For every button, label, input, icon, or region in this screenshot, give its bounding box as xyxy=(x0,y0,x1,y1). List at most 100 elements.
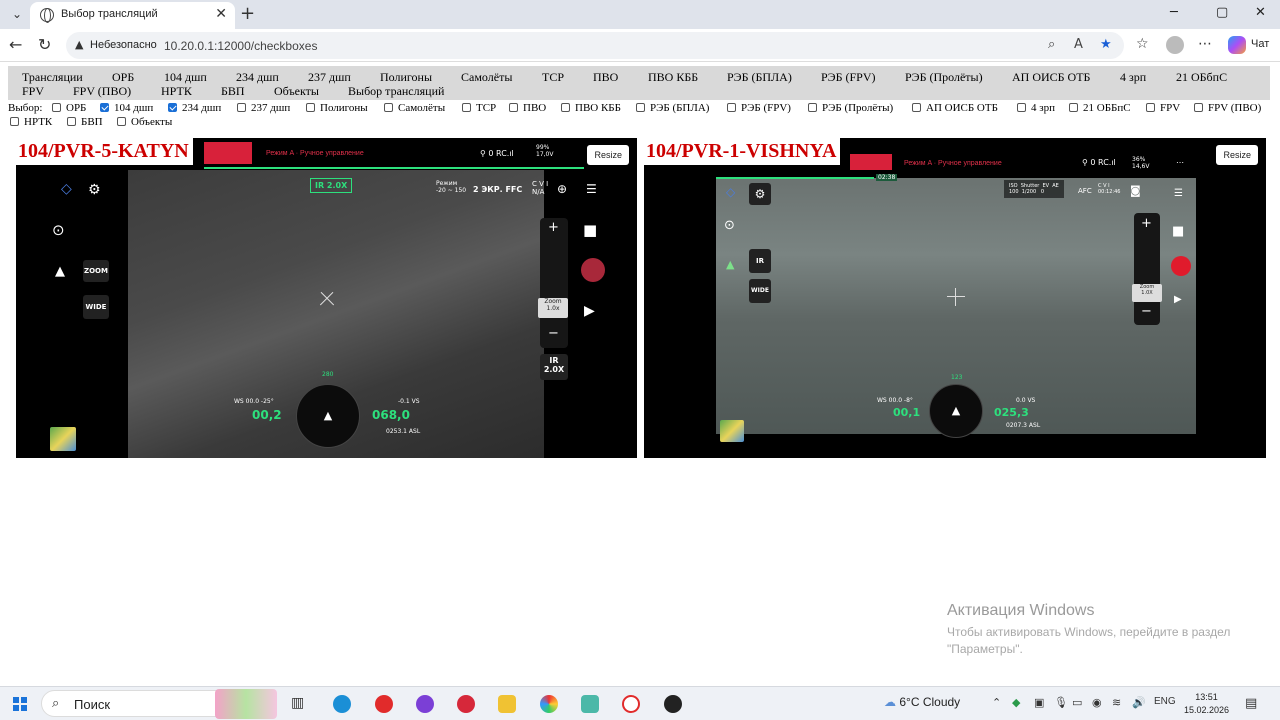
menu-item[interactable]: 21 ОБбпС xyxy=(1176,70,1227,85)
file-explorer-icon[interactable] xyxy=(498,695,516,713)
checkbox-box[interactable] xyxy=(462,103,471,112)
checkbox-bvp[interactable]: БВП xyxy=(67,116,103,128)
zoom-out-icon[interactable]: − xyxy=(1141,304,1152,319)
checkbox-fpv[interactable]: FPV xyxy=(1146,102,1180,114)
browser-tab[interactable]: Выбор трансляций ✕ xyxy=(30,2,235,29)
menu-item[interactable]: ПВО КББ xyxy=(648,70,698,85)
nav-arrow-icon[interactable]: ▲ xyxy=(55,264,65,279)
target-icon[interactable]: ⊙ xyxy=(724,218,735,233)
menu-item[interactable]: РЭБ (FPV) xyxy=(821,70,876,85)
zoom-button[interactable]: ZOOM xyxy=(83,260,109,282)
checkbox-box[interactable] xyxy=(808,103,817,112)
back-arrow-icon[interactable]: ← xyxy=(9,35,22,54)
menu-item[interactable]: Трансляции xyxy=(22,70,83,85)
more-menu-icon[interactable]: ⋯ xyxy=(1198,36,1212,52)
nav-arrow-icon[interactable]: ▲ xyxy=(726,258,734,271)
playback-icon[interactable]: ▶ xyxy=(1174,294,1182,305)
search-highlight-image[interactable] xyxy=(215,689,277,719)
resize-button[interactable]: Resize xyxy=(587,145,629,165)
weather-widget[interactable]: ☁ 6°C Cloudy xyxy=(884,695,960,709)
checkbox-pvo-kbb[interactable]: ПВО КББ xyxy=(561,102,621,114)
tab-close-icon[interactable]: ✕ xyxy=(215,6,227,22)
map-icon[interactable] xyxy=(720,420,744,442)
playback-icon[interactable]: ▶ xyxy=(584,303,595,319)
video-camera-icon[interactable]: ■ xyxy=(1172,224,1184,239)
menu-item[interactable]: НРТК xyxy=(161,84,192,99)
tab-actions-chevron-icon[interactable]: ⌄ xyxy=(8,5,26,23)
crosshair-settings-icon[interactable]: ⊕ xyxy=(557,182,567,196)
checkbox-box[interactable] xyxy=(1194,103,1203,112)
checkbox-reb-bpla[interactable]: РЭБ (БПЛА) xyxy=(636,102,709,114)
favorites-icon[interactable]: ☆ xyxy=(1136,36,1149,52)
volume-icon[interactable]: 🔊 xyxy=(1132,696,1146,709)
checkbox-planes[interactable]: Самолёты xyxy=(384,102,445,114)
checkbox-box[interactable] xyxy=(10,117,19,126)
wide-button[interactable]: WIDE xyxy=(83,295,109,319)
read-aloud-icon[interactable]: A xyxy=(1074,37,1083,52)
checkbox-polygons[interactable]: Полигоны xyxy=(306,102,368,114)
checkbox-box[interactable] xyxy=(1069,103,1078,112)
chrome-icon[interactable] xyxy=(540,695,558,713)
menu-item[interactable]: 104 дшп xyxy=(164,70,207,85)
menu-item[interactable]: Полигоны xyxy=(380,70,432,85)
edge-browser-icon[interactable] xyxy=(333,695,351,713)
menu-item[interactable]: Выбор трансляций xyxy=(348,84,444,99)
record-button-icon[interactable] xyxy=(1171,256,1191,276)
profile-avatar[interactable] xyxy=(1166,36,1184,54)
maximize-icon[interactable]: ▢ xyxy=(1216,5,1228,20)
checkbox-box[interactable] xyxy=(636,103,645,112)
checkbox-box[interactable] xyxy=(727,103,736,112)
menu-item[interactable]: РЭБ (БПЛА) xyxy=(727,70,792,85)
app-8-icon[interactable] xyxy=(457,695,475,713)
chat-label[interactable]: Чат xyxy=(1251,38,1269,50)
checkbox-box[interactable] xyxy=(168,103,177,112)
menu-item[interactable]: FPV (ПВО) xyxy=(73,84,131,99)
drone-icon[interactable]: ⚙ xyxy=(88,182,101,198)
minimize-icon[interactable]: ─ xyxy=(1170,5,1178,20)
waypoint-icon[interactable]: ◇ xyxy=(726,185,735,199)
task-view-icon[interactable]: ▥ xyxy=(291,695,309,713)
zoom-out-icon[interactable]: − xyxy=(548,326,559,341)
menu-item[interactable]: 4 зрп xyxy=(1120,70,1146,85)
checkbox-fpv-pvo[interactable]: FPV (ПВО) xyxy=(1194,102,1261,114)
obs-icon[interactable] xyxy=(664,695,682,713)
checkbox-box[interactable] xyxy=(1017,103,1026,112)
checkbox-4zrp[interactable]: 4 зрп xyxy=(1017,102,1055,114)
start-windows-icon[interactable] xyxy=(13,697,27,711)
notifications-icon[interactable]: ▤ xyxy=(1245,696,1257,711)
ir-button[interactable]: IR xyxy=(749,249,771,273)
menu-item[interactable]: ОРБ xyxy=(112,70,134,85)
checkbox-orb[interactable]: ОРБ xyxy=(52,102,86,114)
window-close-icon[interactable]: ✕ xyxy=(1255,5,1266,20)
drone-icon[interactable]: ⚙ xyxy=(749,183,771,205)
menu-item[interactable]: АП ОИСБ ОТБ xyxy=(1012,70,1090,85)
checkbox-box[interactable] xyxy=(561,103,570,112)
checkbox-nrtk[interactable]: НРТК xyxy=(10,116,52,128)
sliders-icon[interactable]: ☰ xyxy=(1174,188,1183,199)
zoom-in-icon[interactable]: + xyxy=(1141,216,1152,231)
checkbox-pvo[interactable]: ПВО xyxy=(509,102,546,114)
wide-button[interactable]: WIDE xyxy=(749,279,771,303)
checkbox-box[interactable] xyxy=(912,103,921,112)
camera-icon[interactable]: ◙ xyxy=(1130,184,1141,197)
new-tab-plus-icon[interactable]: + xyxy=(240,3,255,24)
map-icon[interactable] xyxy=(50,427,76,451)
checkbox-reb-fpv[interactable]: РЭБ (FPV) xyxy=(727,102,791,114)
checkbox-box[interactable] xyxy=(237,103,246,112)
checkbox-box[interactable] xyxy=(509,103,518,112)
checkbox-box[interactable] xyxy=(384,103,393,112)
checkbox-ap-oisb[interactable]: АП ОИСБ ОТБ xyxy=(912,102,998,114)
target-icon[interactable]: ⊙ xyxy=(52,221,65,239)
menu-item[interactable]: ПВО xyxy=(593,70,618,85)
checkbox-104[interactable]: 104 дшп xyxy=(100,102,153,114)
checkbox-objects[interactable]: Объекты xyxy=(117,116,172,128)
yandex-icon[interactable] xyxy=(375,695,393,713)
insecure-label[interactable]: Небезопасно xyxy=(90,39,157,51)
tray-monitor-icon[interactable]: ▭ xyxy=(1072,696,1082,709)
copilot-icon[interactable] xyxy=(1228,36,1246,54)
yandex-browser-icon[interactable] xyxy=(622,695,640,713)
checkbox-box[interactable] xyxy=(306,103,315,112)
menu-item[interactable]: РЭБ (Пролёты) xyxy=(905,70,983,85)
language-indicator[interactable]: ENG xyxy=(1154,696,1176,707)
menu-item[interactable]: 237 дшп xyxy=(308,70,351,85)
